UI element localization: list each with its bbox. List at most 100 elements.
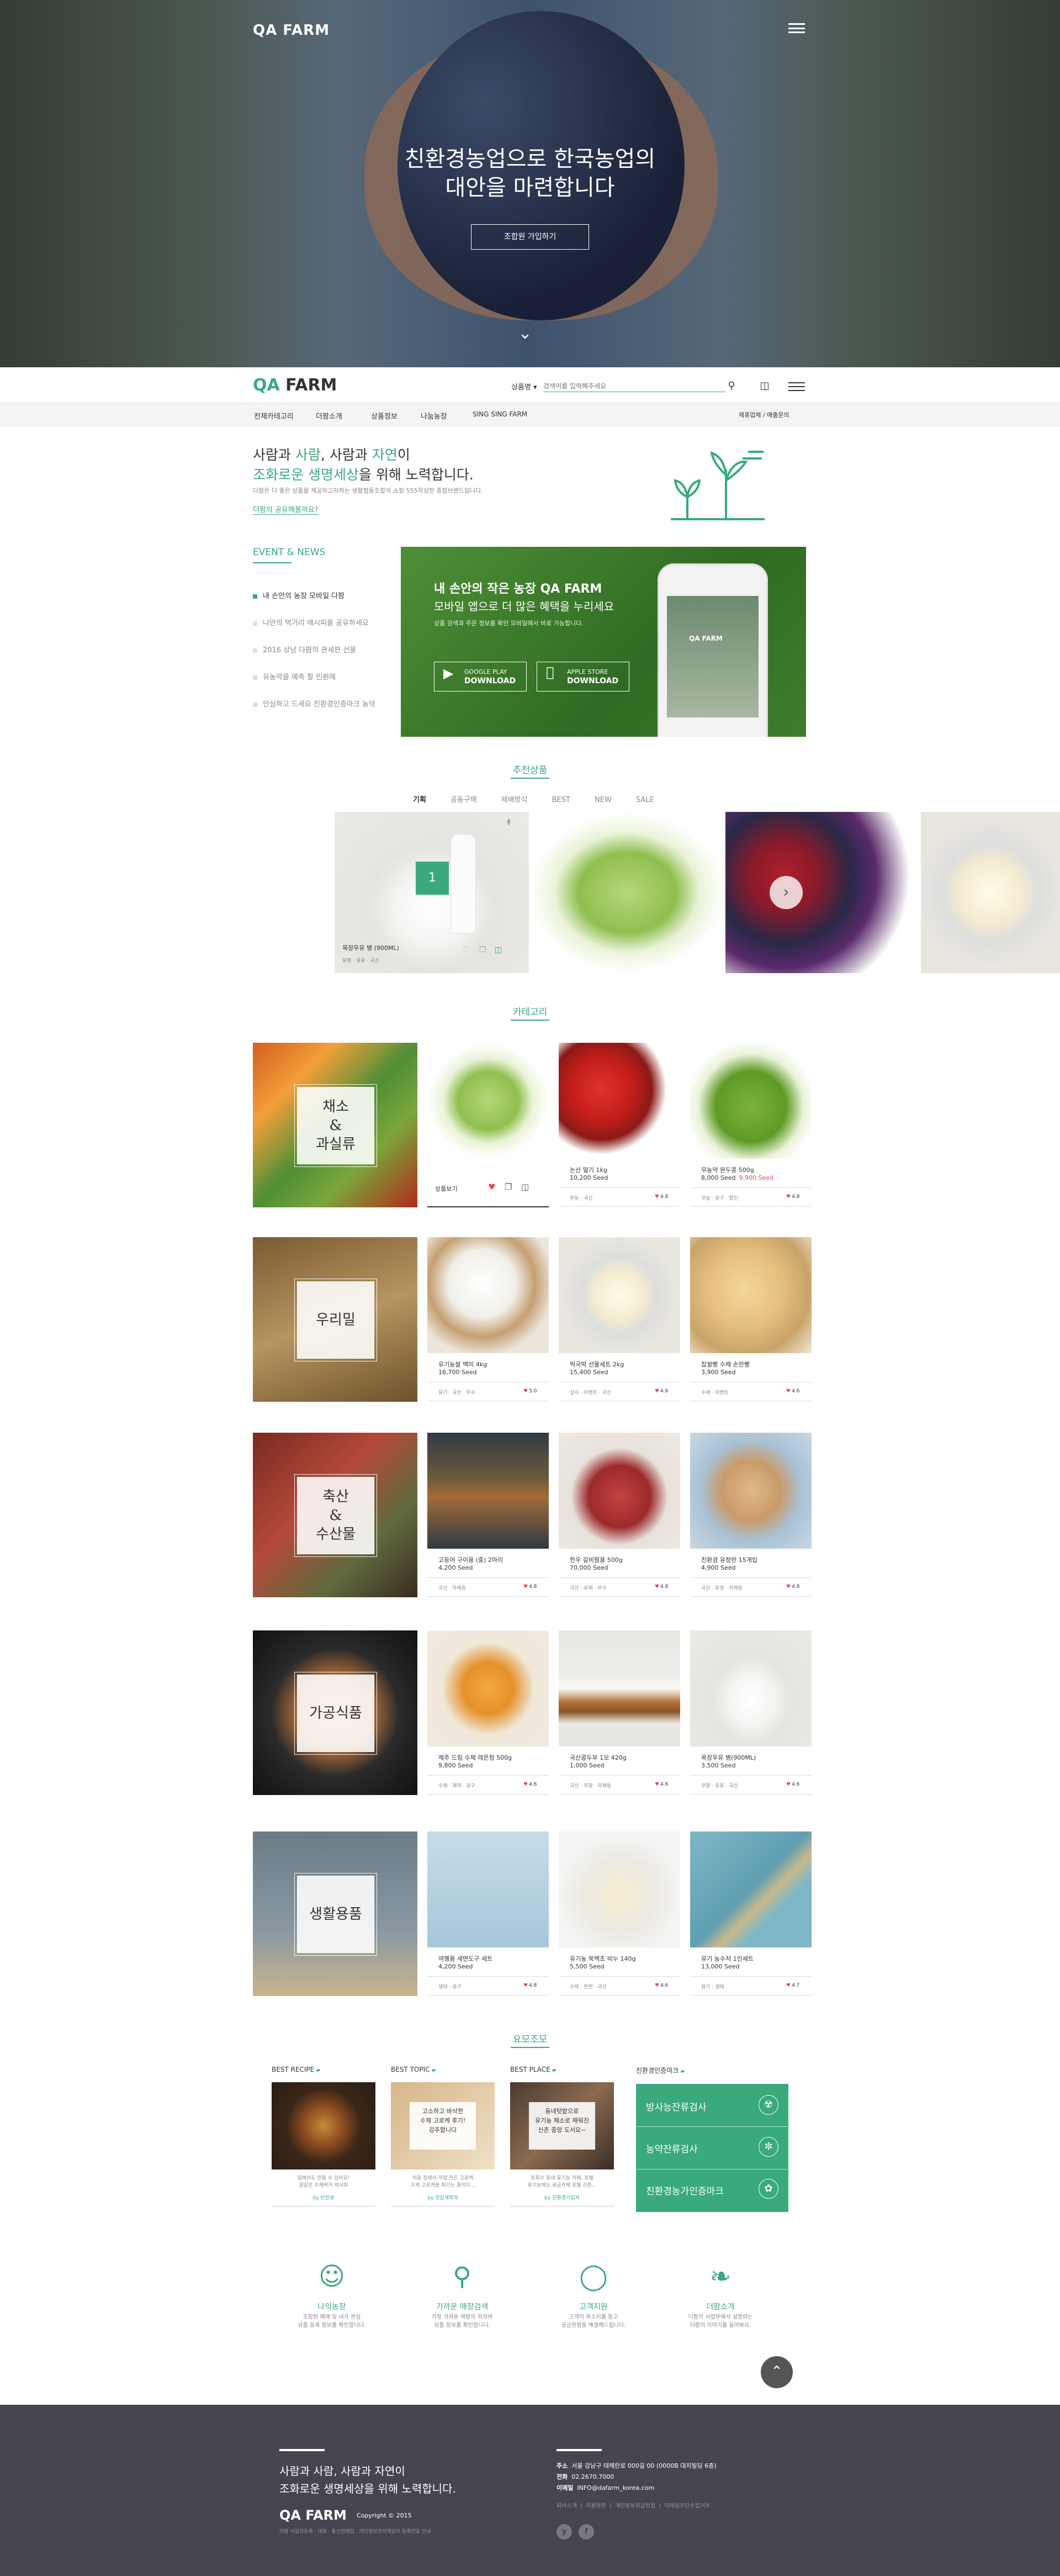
event-item[interactable]: 내 손안의 농장 모바일 다팜 — [253, 590, 344, 600]
service-support[interactable]: 고객지원 — [544, 2301, 643, 2312]
product-name[interactable]: 유기농쌀 백미 4kg — [438, 1360, 487, 1369]
user-icon[interactable]: ☺ — [312, 2257, 351, 2295]
product-name[interactable]: 제주 드림 수제 레몬청 500g — [438, 1753, 512, 1762]
product-name[interactable]: 무농약 완두콩 500g — [701, 1165, 754, 1174]
category-card[interactable]: 채소 & 과실류 — [253, 1043, 417, 1207]
product-image[interactable] — [690, 1831, 812, 1947]
footer-link-about[interactable]: 회사소개 — [556, 2503, 577, 2509]
menu-item-share[interactable]: 나눔농장 — [421, 410, 447, 421]
category-card[interactable]: 생활용품 — [253, 1831, 417, 1996]
product-image[interactable] — [559, 1831, 680, 1947]
product-image[interactable] — [427, 1433, 549, 1549]
tab-new[interactable]: NEW — [595, 796, 612, 804]
search-scope-select[interactable]: 상품명 ▾ — [511, 381, 537, 392]
event-item[interactable]: 2016 상남 다팜의 관세판 선물 — [253, 644, 356, 654]
product-name[interactable]: 한우 갈비찜용 500g — [570, 1555, 623, 1564]
youtube-icon[interactable]: y — [556, 2524, 572, 2540]
category-card[interactable]: 우리밀 — [253, 1237, 417, 1402]
product-name[interactable]: 목장우유 병(900ML) — [701, 1753, 756, 1762]
heart-icon[interactable]: ♥ — [488, 1182, 495, 1192]
leaf-icon[interactable]: ❧ — [701, 2257, 740, 2295]
tab-cultivation[interactable]: 제배방식 — [501, 796, 528, 804]
footer-logo[interactable]: QA FARM — [279, 2508, 347, 2523]
radiation-icon[interactable]: ☢ — [759, 2095, 778, 2115]
service-about[interactable]: 더팜소개 — [671, 2301, 770, 2312]
heart-icon[interactable]: ♡ — [463, 946, 470, 954]
copy-icon[interactable]: ❐ — [505, 1182, 512, 1192]
event-item[interactable]: 안심하고 드세요 친환경인증마크 농약 — [253, 698, 375, 709]
tab-plan[interactable]: 기획 — [413, 796, 426, 804]
place-image[interactable]: 동네텃밭으로 유기농 채소로 채워진 신촌 중앙 도서요~ — [510, 2082, 614, 2169]
menu-item-partner[interactable]: 제휴업체 / 매출문의 — [739, 410, 789, 419]
topic-image[interactable]: 고소하고 바삭한 수제 고로케 후기! 강추합니다 — [391, 2082, 495, 2169]
leaf-icon[interactable]: ✿ — [759, 2179, 778, 2199]
product-name[interactable]: 찹쌀빵 수제 손만빵 — [701, 1360, 750, 1369]
menu-icon[interactable] — [788, 382, 805, 391]
bulb-icon[interactable]: ◯ — [574, 2257, 613, 2295]
product-name[interactable]: 논산 딸기 1kg — [570, 1165, 607, 1174]
pin-icon[interactable]: ⚲ — [443, 2257, 481, 2295]
share-icon[interactable]: ⧫ — [507, 817, 511, 826]
tab-sale[interactable]: SALE — [636, 796, 654, 804]
event-item[interactable]: 유농악을 예측 할 민원에 — [253, 671, 336, 682]
tab-group-buy[interactable]: 공동구매 — [451, 796, 477, 804]
menu-item-product[interactable]: 상품정보 — [371, 410, 398, 421]
view-product-link[interactable]: 상품보기 — [435, 1184, 457, 1193]
product-image[interactable] — [427, 1043, 549, 1159]
cart-icon[interactable]: ◫ — [757, 379, 772, 393]
footer-link-terms[interactable]: 이용약관 — [586, 2503, 606, 2509]
event-item[interactable]: 나만의 먹거리 레시피를 공유하세요 — [253, 617, 369, 627]
product-image[interactable] — [690, 1237, 812, 1353]
product-name[interactable]: 떡국떡 선물세트 2kg — [570, 1360, 624, 1369]
carousel-next-icon[interactable]: › — [770, 876, 803, 909]
scroll-top-button[interactable]: ⌃ — [761, 2356, 793, 2388]
tab-best[interactable]: BEST — [552, 796, 570, 804]
menu-item-about[interactable]: 더팜소개 — [316, 410, 342, 421]
carousel-item-milk[interactable]: 1 목장우유 병 (900ML) 유명 · 유유 · 국산 ♡ ❐ ◫ ⧫ — [335, 812, 529, 973]
service-store-search[interactable]: 가까운 매장검색 — [412, 2301, 512, 2312]
product-image[interactable] — [427, 1630, 549, 1746]
cart-icon[interactable]: ◫ — [495, 946, 502, 954]
copy-icon[interactable]: ❐ — [479, 946, 486, 954]
hamburger-menu-icon[interactable] — [788, 23, 805, 33]
product-image[interactable] — [427, 1237, 549, 1353]
app-store-button[interactable]:  APPLE STOREDOWNLOAD — [537, 662, 629, 691]
search-input[interactable] — [543, 380, 725, 392]
footer-link-email[interactable]: 이메일무단수집거부 — [665, 2503, 711, 2509]
recipe-image[interactable] — [272, 2082, 375, 2169]
chevron-down-icon[interactable]: ⌄ — [513, 324, 537, 343]
menu-item-singsing[interactable]: SING SING FARM — [473, 410, 527, 418]
product-name[interactable]: 여행용 세면도구 세트 — [438, 1954, 492, 1963]
hero-logo[interactable]: QA FARM — [253, 22, 330, 39]
carousel-item-berries[interactable]: › — [725, 812, 921, 973]
search-icon[interactable]: ⚲ — [724, 379, 739, 393]
service-my-farm[interactable]: 나의농장 — [282, 2301, 381, 2312]
product-name[interactable]: 유기 농수저 1인세트 — [701, 1954, 754, 1963]
carousel-item-cabbage[interactable] — [529, 812, 725, 973]
product-image[interactable] — [559, 1630, 680, 1746]
category-card[interactable]: 축산 & 수산물 — [253, 1433, 417, 1597]
product-image[interactable] — [559, 1043, 680, 1159]
pesticide-icon[interactable]: ✼ — [759, 2137, 778, 2157]
product-image[interactable] — [559, 1237, 680, 1353]
product-name[interactable]: 친환경 유정란 15개입 — [701, 1555, 757, 1564]
google-play-button[interactable]: ▶ GOOGLE PLAY DOWNLOAD — [434, 662, 527, 691]
product-image[interactable] — [559, 1433, 680, 1549]
join-button[interactable]: 조합원 가입하기 — [471, 224, 589, 250]
product-name[interactable]: 고등어 구이용 (중) 2마리 — [438, 1555, 503, 1564]
product-image[interactable] — [690, 1043, 812, 1159]
facebook-icon[interactable]: f — [579, 2524, 594, 2540]
intro-link[interactable]: 더팜의 공유해볼까요? — [253, 504, 319, 515]
category-card[interactable]: 가공식품 — [253, 1630, 417, 1795]
product-name[interactable]: 유기농 쑥백초 비누 140g — [570, 1954, 635, 1963]
carousel-item-soup[interactable] — [921, 812, 1060, 973]
product-image[interactable] — [427, 1831, 549, 1947]
product-name[interactable]: 국산콩두부 1모 420g — [570, 1753, 627, 1762]
app-banner[interactable]: 내 손안의 작은 농장 QA FARM 모바일 앱으로 더 많은 혜택을 누리세… — [401, 547, 806, 737]
product-image[interactable] — [690, 1630, 812, 1746]
menu-item-all[interactable]: 전체카테고리 — [254, 410, 294, 421]
product-image[interactable] — [690, 1433, 812, 1549]
footer-link-privacy[interactable]: 개인정보취급방침 — [615, 2503, 656, 2509]
cart-icon[interactable]: ◫ — [521, 1182, 529, 1192]
site-logo[interactable]: QA FARM — [253, 376, 337, 395]
